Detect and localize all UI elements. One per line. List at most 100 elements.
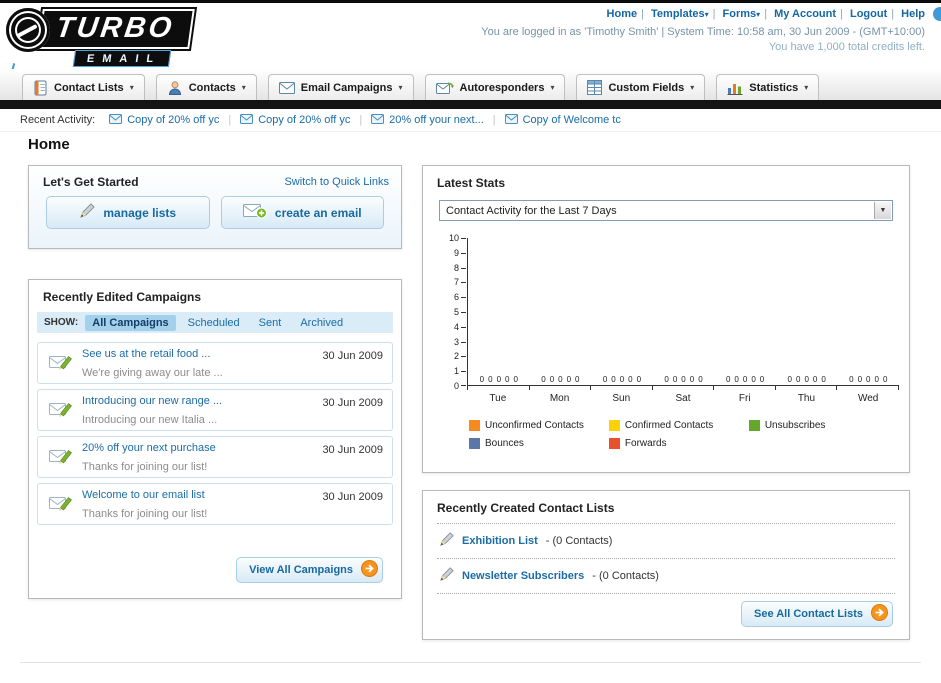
- tab-statistics[interactable]: Statistics ▾: [716, 74, 820, 100]
- x-axis-tick: [528, 386, 530, 390]
- x-axis-tick: [897, 386, 899, 390]
- recent-activity-link[interactable]: Copy of Welcome tc: [523, 114, 621, 126]
- y-axis-tick-label: 4: [453, 321, 459, 332]
- y-axis-tick-label: 10: [448, 233, 459, 243]
- campaign-title-link[interactable]: Introducing our new range ...: [82, 395, 322, 407]
- separator: |: [228, 114, 232, 126]
- page-title: Home: [28, 136, 70, 153]
- campaign-edit-icon: [49, 446, 73, 470]
- tab-contact-lists[interactable]: Contact Lists ▾: [22, 74, 145, 100]
- bar-value-label: 0: [575, 375, 580, 384]
- bar-value-label: 0: [549, 375, 555, 384]
- separator: |: [359, 114, 363, 126]
- campaign-list-item[interactable]: Introducing our new range ... Introducin…: [37, 389, 393, 431]
- get-started-panel: Let's Get Started Switch to Quick Links …: [28, 165, 402, 249]
- top-link-forms[interactable]: Forms: [723, 8, 757, 20]
- tab-contacts[interactable]: Contacts ▾: [155, 74, 257, 100]
- manage-lists-button[interactable]: manage lists: [46, 196, 210, 229]
- y-axis-tick-label: 6: [453, 292, 459, 303]
- blue-dot-decoration: [933, 7, 941, 21]
- contact-list-link[interactable]: Newsletter Subscribers: [462, 570, 584, 582]
- legend-swatch: [469, 438, 480, 449]
- chevron-down-icon: ▾: [550, 83, 555, 92]
- bar-value-label: 0: [681, 375, 686, 384]
- bar-value-label: 0: [759, 375, 765, 384]
- app-logo[interactable]: TURBO EMAIL: [6, 8, 195, 67]
- campaign-list-item[interactable]: Welcome to our email list Thanks for joi…: [37, 483, 393, 525]
- y-axis-tick: [461, 326, 466, 328]
- arrow-right-icon: [361, 560, 378, 580]
- campaign-title-link[interactable]: 20% off your next purchase: [82, 442, 322, 454]
- y-axis-tick-label: 7: [453, 277, 459, 288]
- see-all-contact-lists-label: See All Contact Lists: [753, 608, 863, 620]
- recent-activity-item[interactable]: Copy of 20% off yc: [109, 113, 219, 127]
- y-axis-tick-label: 1: [453, 366, 459, 377]
- legend-label: Bounces: [485, 438, 524, 449]
- recent-activity-item[interactable]: Copy of Welcome tc: [504, 113, 621, 127]
- chevron-down-icon: ▾: [756, 10, 761, 19]
- envelope-icon: [371, 113, 385, 127]
- top-link-home[interactable]: Home: [607, 8, 638, 20]
- recent-activity-item[interactable]: 20% off your next...: [371, 113, 484, 127]
- recent-activity-bar: Recent Activity: Copy of 20% off yc | Co…: [0, 109, 941, 132]
- contact-lists-panel-title: Recently Created Contact Lists: [437, 501, 615, 515]
- bar-value-label: 0: [479, 375, 485, 384]
- filter-sent[interactable]: Sent: [252, 315, 289, 331]
- custom-fields-icon: [587, 80, 603, 95]
- session-info: You are logged in as 'Timothy Smith' | S…: [481, 26, 925, 38]
- tab-autoresponders[interactable]: Autoresponders ▾: [424, 74, 566, 100]
- campaign-title-link[interactable]: Welcome to our email list: [82, 489, 322, 501]
- recent-activity-link[interactable]: 20% off your next...: [389, 114, 484, 126]
- stats-period-select[interactable]: Contact Activity for the Last 7 Days ▼: [439, 200, 893, 221]
- recent-campaigns-panel: Recently Edited Campaigns SHOW: All Camp…: [28, 279, 402, 599]
- contact-list-item[interactable]: Exhibition List - (0 Contacts): [437, 523, 895, 558]
- top-link-my-account[interactable]: My Account: [774, 8, 836, 20]
- get-started-title: Let's Get Started: [43, 175, 139, 189]
- bar-value-label: 0: [725, 375, 731, 384]
- campaign-title-link[interactable]: See us at the retail food ...: [82, 348, 322, 360]
- chart-plot-area: 00000000000000000000000000000000000: [467, 238, 899, 386]
- bar-value-label: 0: [689, 375, 695, 384]
- y-axis-tick-label: 0: [453, 381, 459, 391]
- create-email-button[interactable]: create an email: [220, 196, 384, 229]
- bar-value-label: 0: [664, 375, 669, 384]
- bar-value-label: 0: [611, 375, 616, 384]
- contact-list-item[interactable]: Newsletter Subscribers - (0 Contacts): [437, 558, 895, 594]
- legend-label: Confirmed Contacts: [624, 420, 714, 431]
- recent-activity-item[interactable]: Copy of 20% off yc: [240, 113, 350, 127]
- contact-list-count: - (0 Contacts): [592, 570, 659, 582]
- stats-chart: 0 1 2 3 4 5 6 7 8 9 10 000000000000000000000000000…: [441, 233, 899, 449]
- logo-title: TURBO: [37, 9, 195, 49]
- y-axis-tick-label: 5: [453, 307, 459, 317]
- top-link-help[interactable]: Help: [901, 8, 925, 20]
- y-axis-tick-label: 8: [453, 262, 459, 273]
- bar-group-tue: 00000: [468, 375, 530, 385]
- bar-value-label: 0: [602, 375, 608, 384]
- main-nav: Contact Lists ▾ Contacts ▾ Email Campaig…: [0, 69, 941, 100]
- filter-all-campaigns[interactable]: All Campaigns: [85, 314, 176, 331]
- bar-value-label: 0: [619, 375, 625, 384]
- filter-scheduled[interactable]: Scheduled: [181, 315, 247, 331]
- campaign-list-item[interactable]: 20% off your next purchase Thanks for jo…: [37, 436, 393, 478]
- recent-activity-link[interactable]: Copy of 20% off yc: [258, 114, 350, 126]
- legend-swatch: [469, 420, 480, 431]
- legend-swatch: [608, 420, 620, 431]
- filter-archived[interactable]: Archived: [293, 315, 350, 331]
- top-link-templates[interactable]: Templates: [651, 8, 705, 20]
- see-all-contact-lists-button[interactable]: See All Contact Lists: [740, 601, 893, 627]
- switch-quick-links[interactable]: Switch to Quick Links: [284, 176, 389, 188]
- tab-email-campaigns[interactable]: Email Campaigns ▾: [267, 74, 414, 100]
- tab-custom-fields[interactable]: Custom Fields ▾: [576, 74, 706, 100]
- credits-info: You have 1,000 total credits left.: [768, 41, 925, 53]
- campaign-list-item[interactable]: See us at the retail food ... We're givi…: [37, 342, 393, 384]
- x-axis-tick: [467, 386, 468, 390]
- recent-activity-link[interactable]: Copy of 20% off yc: [127, 114, 219, 126]
- x-axis-label: Tue: [489, 393, 507, 404]
- x-axis-label: Sun: [612, 393, 631, 404]
- top-link-logout[interactable]: Logout: [850, 8, 887, 20]
- x-axis-tick: [836, 386, 838, 390]
- view-all-campaigns-button[interactable]: View All Campaigns: [236, 557, 383, 583]
- contact-list-link[interactable]: Exhibition List: [462, 535, 538, 547]
- legend-item: Forwards: [608, 438, 749, 449]
- y-axis-tick: [461, 356, 466, 358]
